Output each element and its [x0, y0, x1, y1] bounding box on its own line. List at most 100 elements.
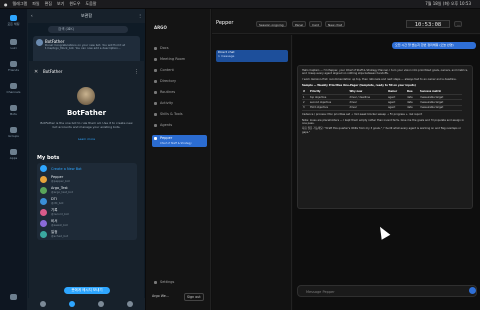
- sign-out-button[interactable]: Sign out: [184, 293, 204, 301]
- avatar: [36, 39, 43, 46]
- nav-settings[interactable]: Settings: [152, 279, 207, 286]
- folder-all[interactable]: 모든 채팅: [3, 15, 24, 31]
- nav-directory[interactable]: Directory: [152, 78, 207, 85]
- conversation-item[interactable]: Direct chat 1 message: [216, 50, 288, 62]
- nav-agents[interactable]: Agents: [152, 122, 207, 129]
- directory-icon: [154, 80, 157, 83]
- create-bot-button[interactable]: Create a New Bot: [37, 163, 137, 174]
- menu-item[interactable]: 보기: [57, 1, 64, 7]
- card-button[interactable]: Card: [309, 21, 323, 27]
- message-bot-button[interactable]: 봇에게 메시지 보내기: [64, 287, 110, 294]
- folder-icon: [10, 61, 17, 67]
- bot-name: BotFather: [66, 109, 107, 117]
- table-cell: driver: [348, 105, 387, 112]
- agent-name: Pepper: [160, 136, 173, 140]
- gear-icon: [154, 281, 157, 284]
- nav-label: Routines: [160, 90, 176, 94]
- table-cell: agent: [386, 105, 406, 112]
- avatar: [40, 231, 47, 238]
- nav-label: Docs: [160, 46, 169, 50]
- table-cell: 3: [302, 105, 309, 112]
- more-icon[interactable]: ⋮: [138, 9, 142, 23]
- bot-item-username: @pepper_bot: [51, 178, 70, 183]
- message-paragraph: Cadence / process: Mon priorities set → …: [302, 113, 423, 117]
- nav-skills[interactable]: Skills & Tools: [152, 111, 207, 118]
- bot-item[interactable]: Argo_Test @argo_test_bot: [37, 185, 137, 196]
- bottom-tab-bar: [28, 298, 145, 310]
- back-icon[interactable]: ‹: [31, 9, 33, 23]
- learn-more-link[interactable]: Learn more: [39, 137, 134, 141]
- bot-item[interactable]: 일정 @sched_bot: [37, 229, 137, 240]
- send-button[interactable]: [469, 287, 476, 294]
- folder-label: Luki: [10, 46, 17, 50]
- agent-pepper[interactable]: Pepper Chief of Staff & Strategy: [152, 135, 207, 147]
- message-paragraph: 다음 질문 가능해요: "Draft this quarter's OKRs f…: [302, 127, 461, 134]
- folder-apps[interactable]: Apps: [3, 149, 24, 165]
- session-chip[interactable]: Session ongoing: [256, 21, 287, 27]
- menu-app-name[interactable]: 텔레그램: [13, 1, 28, 7]
- sliders-icon: [10, 294, 17, 300]
- more-icon[interactable]: ⋯: [454, 21, 462, 27]
- app-sidebar: ARGO Docs Meeting Room Content Directory…: [146, 9, 211, 310]
- avatar: [40, 220, 47, 227]
- nav-label: Directory: [160, 79, 177, 83]
- menu-bar: ● 텔레그램 파일 편집 보기 윈도우 도움말 7월 18일 (화) 오후 10…: [0, 0, 480, 8]
- user-name: Argo We...: [152, 294, 169, 298]
- folder-label: Channels: [6, 90, 21, 94]
- search-input[interactable]: 검색 (⌘K): [48, 26, 128, 33]
- menu-item[interactable]: 윈도우: [69, 1, 80, 7]
- folder-icon: [10, 127, 17, 133]
- nav-label: Settings: [160, 280, 175, 284]
- folder-luki[interactable]: Luki: [3, 39, 24, 55]
- bot-item-username: @dti_bot: [51, 200, 64, 205]
- message-paragraph: Note: loves are placeholders — I kept th…: [302, 118, 464, 126]
- folder-groups[interactable]: Groups: [3, 127, 24, 143]
- close-icon[interactable]: ✕: [34, 69, 38, 75]
- archive-title: 보관함: [80, 13, 93, 18]
- nav-docs[interactable]: Docs: [152, 45, 207, 52]
- nav-label: Content: [160, 68, 174, 72]
- table-cell: third objective: [309, 105, 349, 112]
- chats-icon[interactable]: [98, 301, 105, 307]
- folder-channels[interactable]: Channels: [3, 83, 24, 99]
- menu-item[interactable]: 편집: [45, 1, 52, 7]
- bot-description: BotFather is the one bot to rule them al…: [40, 121, 133, 129]
- doc-icon: [154, 47, 157, 50]
- nav-activity[interactable]: Activity: [152, 100, 207, 107]
- folder-icon: [10, 83, 17, 89]
- nav-meeting-room[interactable]: Meeting Room: [152, 56, 207, 63]
- new-chat-button[interactable]: New chat: [325, 21, 346, 27]
- folder-label: Groups: [8, 134, 19, 138]
- menubar-clock: 7월 18일 (화) 오후 10:53: [425, 1, 471, 6]
- folder-bots[interactable]: Bots: [3, 105, 24, 121]
- message-input[interactable]: Message Pepper: [297, 285, 477, 297]
- folder-rail: 모든 채팅 Luki Friends Channels Bots Groups …: [0, 9, 27, 310]
- apple-icon[interactable]: ●: [4, 2, 8, 7]
- bot-item[interactable]: 기록 @record_bot: [37, 207, 137, 218]
- settings-icon[interactable]: [127, 301, 134, 307]
- avatar: [40, 209, 47, 216]
- more-icon[interactable]: ⋮: [134, 69, 139, 75]
- settings-button[interactable]: [3, 294, 24, 310]
- menu-item[interactable]: 파일: [32, 1, 39, 7]
- table-cell: measurable target: [419, 105, 462, 112]
- menu-item[interactable]: 도움말: [85, 1, 96, 7]
- plus-icon: [40, 165, 47, 172]
- chat-preview-text: Done! Congratulations on your new bot. Y…: [45, 43, 126, 51]
- agent-title: Pepper: [216, 20, 234, 26]
- user-message: 오전 시간 잘 썼는지 한번 정리해줘 (오늘 반영): [392, 42, 476, 49]
- calls-icon[interactable]: [68, 301, 75, 307]
- bot-item[interactable]: DTI @dti_bot: [37, 196, 137, 207]
- avatar: [40, 187, 47, 194]
- folder-friends[interactable]: Friends: [3, 61, 24, 77]
- nav-routines[interactable]: Routines: [152, 89, 207, 96]
- folder-label: Apps: [9, 156, 18, 160]
- nav-content[interactable]: Content: [152, 67, 207, 74]
- bot-item[interactable]: Pepper @pepper_bot: [37, 174, 137, 185]
- panel-button[interactable]: Panel: [292, 21, 307, 27]
- bot-item[interactable]: 비서 @assist_bot: [37, 218, 137, 229]
- message-paragraph: I work decision-first: recommendation up…: [302, 77, 457, 81]
- contacts-icon[interactable]: [39, 301, 46, 307]
- telegram-window: 모든 채팅 Luki Friends Channels Bots Groups …: [0, 9, 145, 310]
- argo-window: ARGO Docs Meeting Room Content Directory…: [146, 9, 480, 310]
